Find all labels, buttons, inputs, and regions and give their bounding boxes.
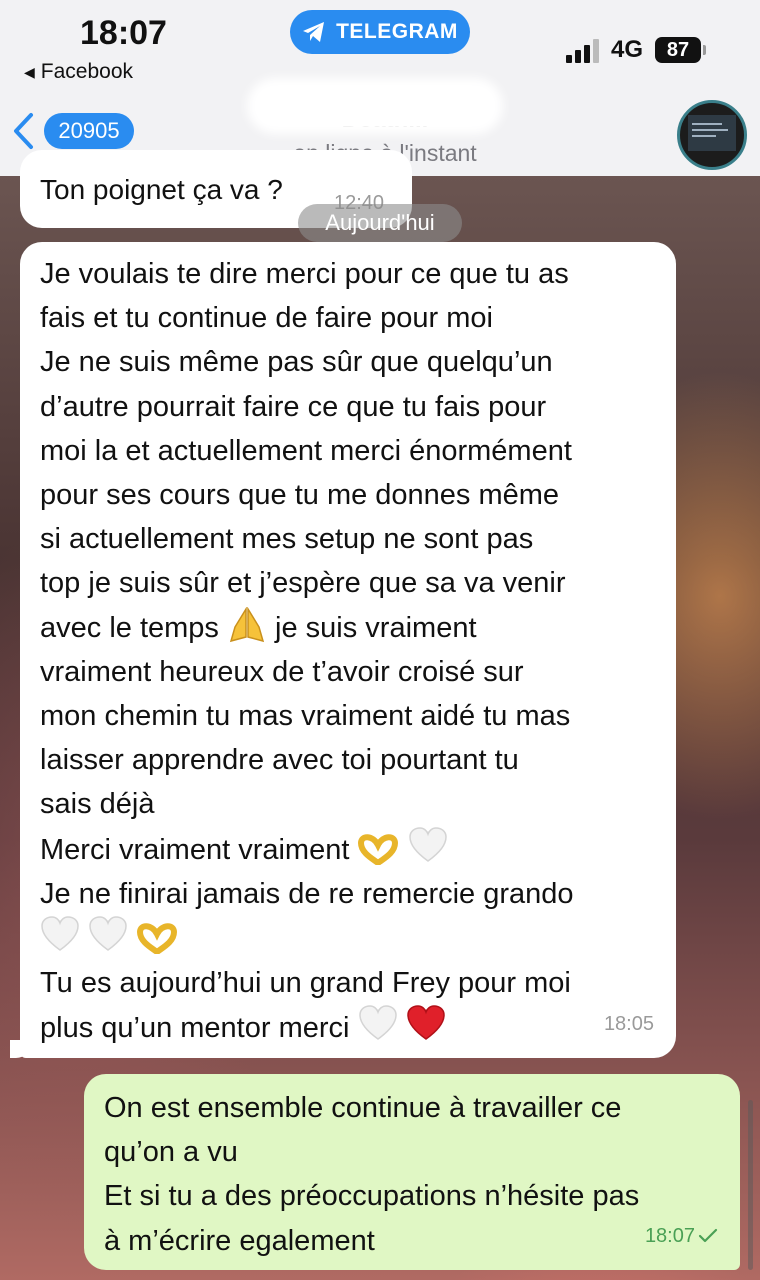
message-line: à m’écrire egalement [104, 1224, 375, 1257]
message-line: mon chemin tu mas vraiment aidé tu mas [40, 700, 571, 733]
message-line: Merci vraiment vraiment [40, 826, 656, 872]
check-icon [698, 1228, 718, 1242]
message-line: d’autre pourrait faire ce que tu fais po… [40, 390, 547, 423]
back-app-label: Facebook [40, 60, 134, 83]
message-line: pour ses cours que tu me donnes même [40, 479, 560, 512]
white-heart-icon [41, 916, 79, 951]
message-line: On est ensemble continue à travailler ce [104, 1092, 622, 1124]
message-line: Et si tu a des préoccupations n’hésite p… [104, 1180, 640, 1213]
back-to-app-link[interactable]: ◀ Facebook [24, 60, 133, 84]
message-fragment: Merci vraiment vraiment [40, 833, 350, 866]
praying-hands-icon [229, 606, 265, 642]
message-time: 18:07 [644, 1224, 695, 1247]
telegram-pill[interactable]: TELEGRAM [290, 10, 470, 54]
signal-icon [565, 37, 599, 63]
message-line: fais et tu continue de faire pour moi [40, 302, 493, 335]
white-heart-icon [358, 1005, 397, 1041]
heart-hands-icon [358, 833, 399, 865]
telegram-pill-label: TELEGRAM [336, 20, 458, 43]
white-heart-icon [89, 916, 127, 951]
unread-count-badge: 20905 [44, 113, 134, 149]
white-heart-icon [408, 826, 447, 862]
message-bubble-outgoing[interactable]: On est ensemble continue à travailler ce… [84, 1074, 740, 1270]
message-line: vraiment heureux de t’avoir croisé sur [40, 655, 524, 688]
message-line [40, 916, 656, 961]
message-time: 18:05 [603, 1012, 654, 1035]
message-line: moi la et actuellement merci énormément [40, 434, 572, 467]
message-bubble-incoming[interactable]: Je voulais te dire merci pour ce que tu … [20, 242, 676, 1058]
message-fragment: je suis vraiment [275, 611, 477, 644]
scrollbar[interactable] [748, 1100, 753, 1270]
message-line: avec le temps je suis vraiment [40, 606, 656, 650]
message-line: Je ne suis même pas sûr que quelqu’un [40, 346, 553, 379]
message-line: qu’on a vu [104, 1136, 238, 1169]
heart-hands-icon [137, 923, 178, 955]
chat-back-button[interactable]: 20905 [12, 112, 134, 150]
battery-icon: 87 [655, 37, 701, 63]
message-line: si actuellement mes setup ne sont pas [40, 523, 534, 556]
chevron-left-icon [14, 113, 33, 149]
message-line: Je ne finirai jamais de re remercie gran… [40, 877, 574, 910]
message-line: plus qu’un mentor merci [40, 1005, 656, 1050]
message-line: top je suis sûr et j’espère que sa va ve… [40, 567, 566, 600]
battery-level: 87 [666, 38, 690, 61]
battery-tip-icon [703, 45, 706, 55]
message-line: sais déjà [40, 788, 155, 821]
message-fragment: avec le temps [40, 611, 219, 644]
message-line: Tu es aujourd’hui un grand Frey pour moi [40, 967, 571, 1000]
message-meta: 18:07 [645, 1214, 718, 1258]
message-fragment: plus qu’un mentor merci [40, 1012, 350, 1045]
avatar[interactable] [677, 100, 747, 170]
back-triangle-icon: ◀ [24, 63, 35, 80]
message-text: Ton poignet ça va ? [40, 174, 283, 205]
date-separator: Aujourd'hui [298, 204, 462, 242]
status-indicators: 4G 87 [565, 36, 706, 64]
status-time: 18:07 [80, 14, 167, 52]
telegram-plane-icon [303, 22, 325, 42]
message-line: laisser apprendre avec toi pourtant tu [40, 744, 519, 777]
network-label: 4G [610, 36, 643, 63]
red-heart-icon [406, 1005, 445, 1041]
message-line: Je voulais te dire merci pour ce que tu … [40, 258, 569, 290]
title-redaction [255, 86, 495, 126]
